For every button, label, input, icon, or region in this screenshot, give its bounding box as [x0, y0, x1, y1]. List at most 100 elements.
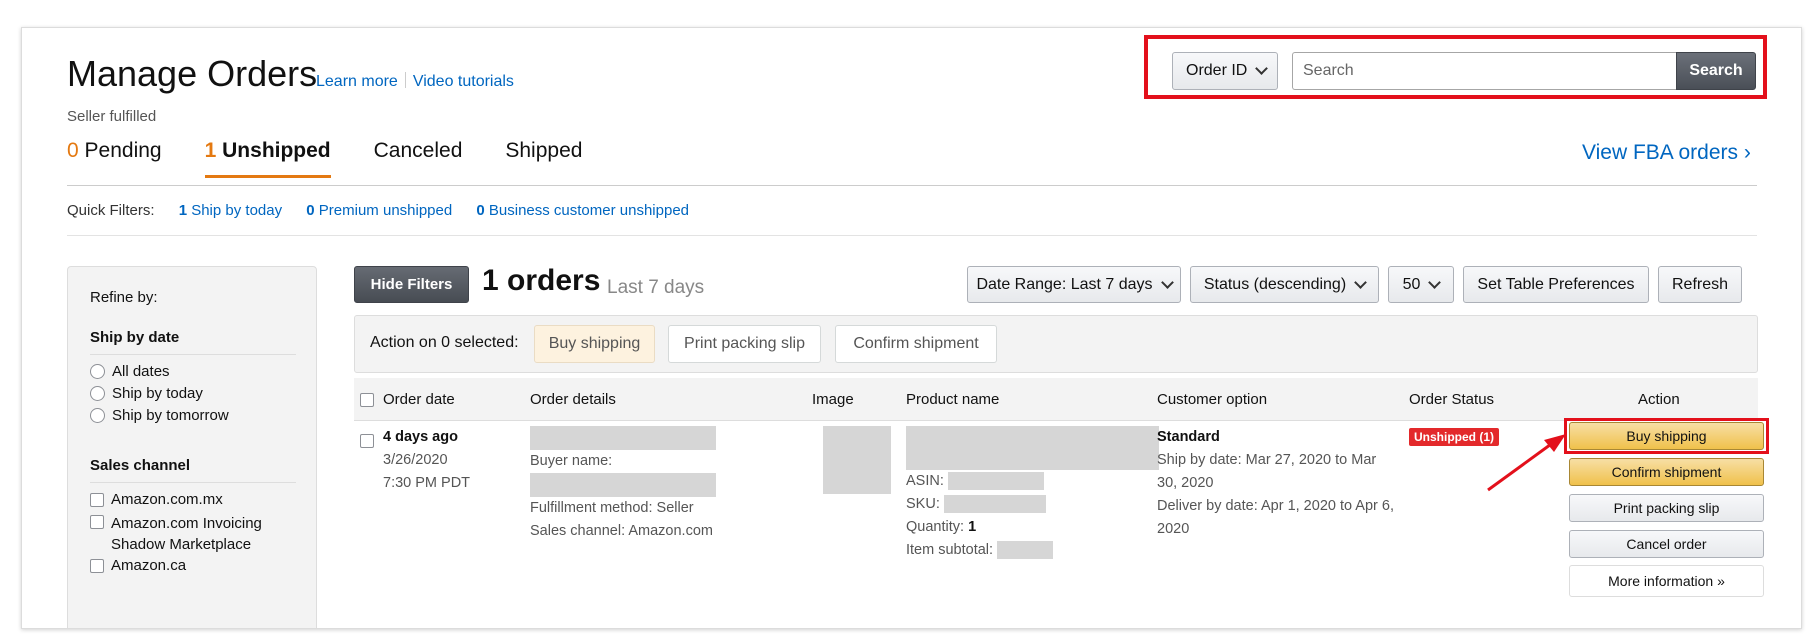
search-type-select[interactable]: Order ID: [1172, 52, 1278, 90]
bulk-buy-shipping-button[interactable]: Buy shipping: [534, 325, 655, 363]
quick-filters-divider: [67, 235, 1757, 236]
col-order-status[interactable]: Order Status: [1409, 391, 1494, 408]
filter-count: 0: [306, 202, 315, 219]
tab-canceled[interactable]: Canceled: [374, 136, 463, 178]
orders-range-label: Last 7 days: [607, 277, 705, 298]
search-button[interactable]: Search: [1676, 52, 1756, 90]
checkbox[interactable]: [90, 559, 104, 573]
tab-count: 1: [204, 139, 217, 162]
ship-by-date-heading: Ship by date: [90, 329, 180, 346]
col-image: Image: [812, 391, 854, 408]
checkbox[interactable]: [90, 493, 104, 507]
filter-label: Ship by today: [191, 202, 283, 219]
sidebar-divider: [90, 354, 296, 355]
col-product-name: Product name: [906, 391, 1000, 408]
product-name-cell: ASIN: SKU: Quantity: 1 Item subtotal:: [906, 426, 1159, 562]
chevron-down-icon: [1428, 275, 1442, 289]
tab-shipped[interactable]: Shipped: [505, 136, 582, 178]
col-order-date[interactable]: Order date: [383, 391, 455, 408]
checkbox-amazon-ca[interactable]: Amazon.ca: [90, 557, 186, 574]
more-information-button[interactable]: More information »: [1569, 565, 1764, 597]
shipping-service: Standard: [1157, 429, 1220, 445]
col-customer-option: Customer option: [1157, 391, 1268, 408]
cancel-order-button[interactable]: Cancel order: [1569, 530, 1764, 558]
set-table-preferences-button[interactable]: Set Table Preferences: [1463, 266, 1649, 303]
product-image-redacted[interactable]: [823, 426, 891, 494]
filter-count: 1: [178, 202, 188, 219]
order-date-cell: 4 days ago 3/26/2020 7:30 PM PDT: [383, 426, 470, 495]
checkbox[interactable]: [90, 515, 104, 529]
tab-count: 0: [67, 139, 79, 162]
checkbox-label: Amazon.com Invoicing Shadow Marketplace: [111, 515, 262, 553]
filter-count: 0: [476, 202, 485, 219]
checkbox-label: Amazon.com.mx: [111, 491, 223, 508]
radio-label: All dates: [112, 363, 170, 380]
order-date: 3/26/2020: [383, 452, 448, 468]
fulfillment-method: Fulfillment method: Seller: [530, 500, 694, 516]
search-type-label: Order ID: [1186, 62, 1248, 79]
checkbox-amazon-mx[interactable]: Amazon.com.mx: [90, 491, 223, 508]
filter-label: Premium unshipped: [318, 202, 453, 219]
tabs-divider: [67, 185, 1757, 186]
header-links: Learn more Video tutorials: [316, 72, 514, 91]
view-fba-orders-link[interactable]: View FBA orders ›: [1582, 141, 1751, 165]
page-title: Manage Orders: [67, 53, 318, 94]
radio-label: Ship by tomorrow: [112, 407, 229, 424]
checkbox-amazon-invoicing-shadow[interactable]: Amazon.com Invoicing Shadow Marketplace: [90, 513, 285, 555]
print-packing-slip-button[interactable]: Print packing slip: [1569, 494, 1764, 522]
bulk-print-packing-slip-button[interactable]: Print packing slip: [668, 325, 821, 363]
chevron-down-icon: [1255, 62, 1269, 75]
quick-filter-premium-unshipped[interactable]: 0 Premium unshipped: [306, 202, 452, 219]
select-all-checkbox[interactable]: [360, 393, 374, 407]
tab-pending[interactable]: 0 Pending: [67, 136, 162, 178]
redacted-order-id: [530, 426, 716, 450]
date-range-label: Date Range: Last 7 days: [976, 275, 1153, 293]
sales-channel-heading: Sales channel: [90, 457, 191, 474]
radio-ship-by-tomorrow[interactable]: Ship by tomorrow: [90, 407, 229, 424]
redacted-subtotal: [997, 541, 1054, 560]
buyer-name-label: Buyer name:: [530, 453, 613, 469]
radio-ship-by-today[interactable]: Ship by today: [90, 385, 203, 402]
tab-unshipped[interactable]: 1 Unshipped: [204, 136, 331, 178]
redacted-product-name[interactable]: [906, 426, 1159, 470]
order-age: 4 days ago: [383, 429, 458, 445]
quick-filter-ship-by-today[interactable]: 1 Ship by today: [179, 202, 282, 219]
ship-by-date: Ship by date: Mar 27, 2020 to Mar 30, 20…: [1157, 452, 1377, 491]
bulk-confirm-shipment-button[interactable]: Confirm shipment: [835, 325, 997, 363]
quick-filters: Quick Filters: 1 Ship by today 0 Premium…: [67, 202, 689, 219]
chevron-down-icon: [1160, 275, 1174, 289]
sort-label: Status (descending): [1203, 275, 1347, 293]
checkbox-label: Amazon.ca: [111, 557, 187, 574]
bulk-action-label: Action on 0 selected:: [370, 334, 519, 351]
radio-all-dates[interactable]: All dates: [90, 363, 170, 380]
item-subtotal-label: Item subtotal:: [906, 542, 994, 558]
quantity-label: Quantity:: [906, 519, 965, 535]
bulk-action-bar: Action on 0 selected: Buy shipping Print…: [354, 315, 1758, 373]
order-tabs: 0 Pending 1 Unshipped Canceled Shipped: [67, 136, 625, 178]
sku-label: SKU:: [906, 496, 940, 512]
refresh-button[interactable]: Refresh: [1658, 266, 1742, 303]
quick-filter-business-unshipped[interactable]: 0 Business customer unshipped: [476, 202, 689, 219]
quick-filters-label: Quick Filters:: [67, 202, 155, 219]
sort-select[interactable]: Status (descending): [1190, 266, 1379, 303]
table-row: 4 days ago 3/26/2020 7:30 PM PDT Buyer n…: [354, 418, 1769, 628]
col-order-details: Order details: [530, 391, 616, 408]
buy-shipping-button[interactable]: Buy shipping: [1569, 422, 1764, 450]
hide-filters-button[interactable]: Hide Filters: [354, 266, 469, 303]
video-tutorials-link[interactable]: Video tutorials: [413, 73, 514, 90]
tab-label: Pending: [84, 139, 162, 162]
radio-button[interactable]: [90, 386, 105, 401]
date-range-select[interactable]: Date Range: Last 7 days: [967, 266, 1181, 303]
page-size-label: 50: [1402, 275, 1421, 293]
asin-label: ASIN:: [906, 473, 944, 489]
radio-button[interactable]: [90, 408, 105, 423]
learn-more-link[interactable]: Learn more: [316, 73, 398, 90]
col-action: Action: [1638, 391, 1680, 408]
confirm-shipment-button[interactable]: Confirm shipment: [1569, 458, 1764, 486]
row-checkbox[interactable]: [360, 434, 374, 448]
page-size-select[interactable]: 50: [1388, 266, 1454, 303]
search-input[interactable]: [1292, 52, 1677, 90]
order-details-cell: Buyer name: Fulfillment method: Seller S…: [530, 426, 760, 543]
sidebar-divider: [90, 482, 296, 483]
radio-button[interactable]: [90, 364, 105, 379]
